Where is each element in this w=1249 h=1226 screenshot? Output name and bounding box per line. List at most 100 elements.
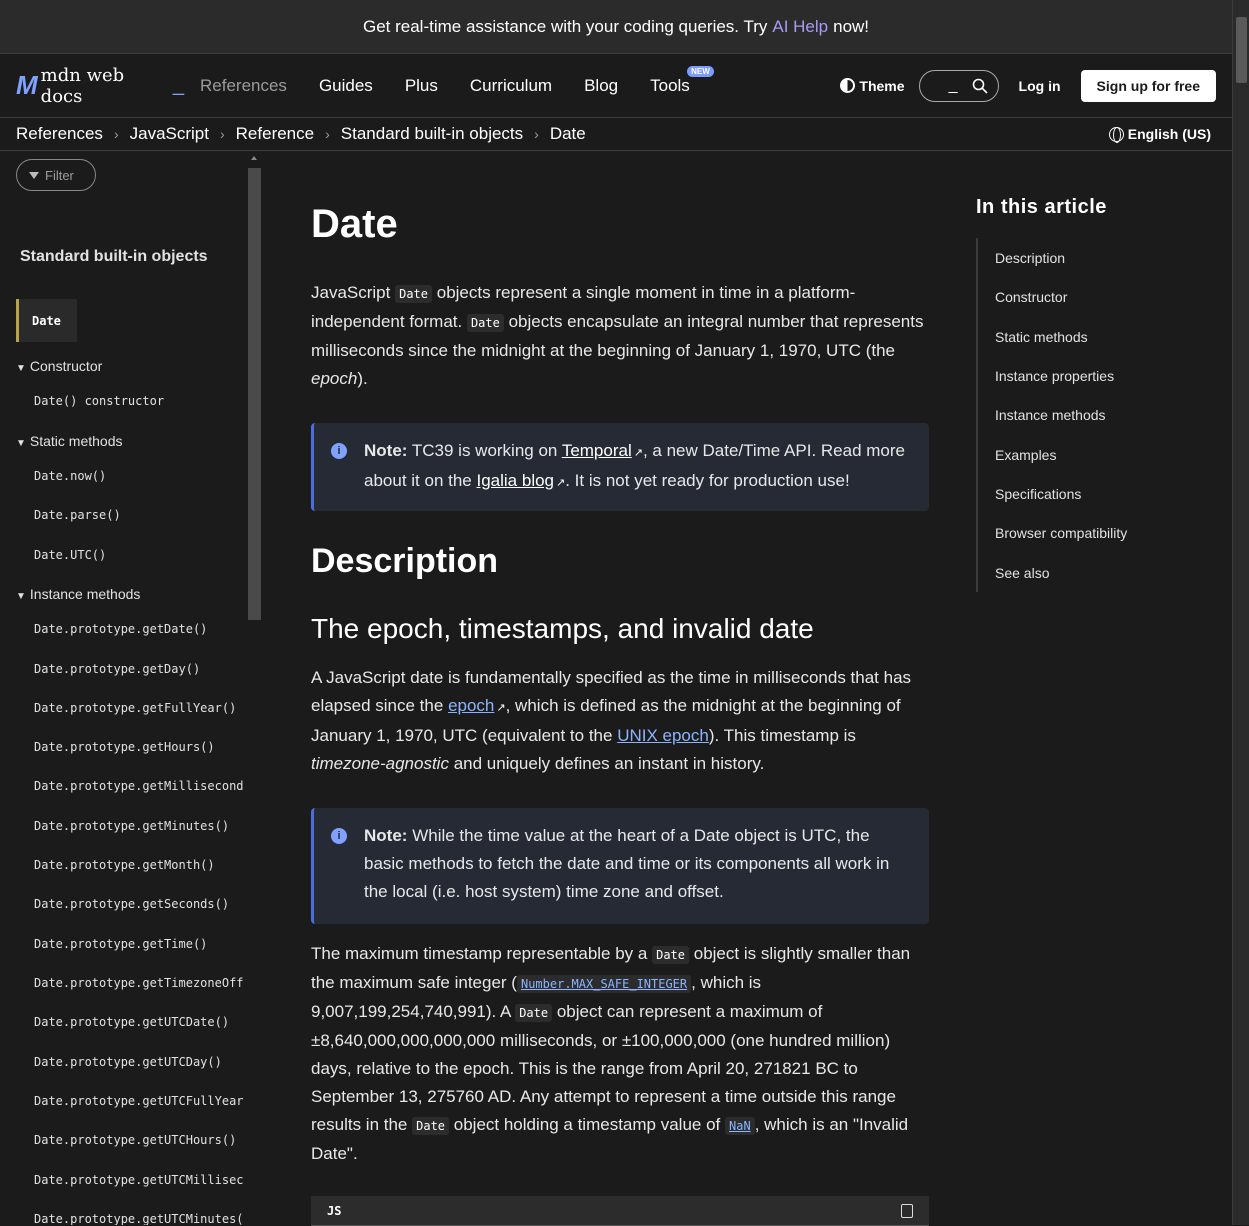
toc-item[interactable]: Instance methods xyxy=(995,407,1106,423)
info-icon: i xyxy=(331,443,347,459)
copy-icon[interactable] xyxy=(901,1203,913,1218)
sidebar-item[interactable]: Date.prototype.getUTCMinutes( xyxy=(34,1212,246,1225)
sidebar-group-static[interactable]: ▼ Static methods xyxy=(16,433,123,449)
sidebar-item[interactable]: Date.prototype.getMonth() xyxy=(34,858,246,872)
nav-curriculum[interactable]: Curriculum xyxy=(470,76,552,96)
login-link[interactable]: Log in xyxy=(1019,78,1061,94)
inline-code: Date xyxy=(515,1004,553,1022)
breadcrumb-item[interactable]: Reference xyxy=(236,124,314,144)
table-of-contents: In this article Description Constructor … xyxy=(976,196,1196,592)
sidebar-item[interactable]: Date.prototype.getUTCHours() xyxy=(34,1133,246,1147)
sidebar-item[interactable]: Date.prototype.getHours() xyxy=(34,740,246,754)
max-safe-integer-link[interactable]: Number.MAX_SAFE_INTEGER xyxy=(516,975,692,993)
toc-item[interactable]: Examples xyxy=(995,447,1056,463)
info-icon: i xyxy=(331,828,347,844)
sidebar-item[interactable]: Date.prototype.getDate() xyxy=(34,622,246,636)
theme-button[interactable]: Theme xyxy=(840,78,905,94)
page-title: Date xyxy=(311,202,398,246)
inline-code: Date xyxy=(466,314,504,332)
sidebar-item[interactable]: Date.parse() xyxy=(34,508,246,522)
breadcrumb-item[interactable]: Date xyxy=(550,124,586,144)
ai-help-link[interactable]: AI Help xyxy=(772,17,828,37)
sidebar-item[interactable]: Date.prototype.getMinutes() xyxy=(34,819,246,833)
temporal-link[interactable]: Temporal xyxy=(562,441,632,460)
sidebar-item[interactable]: Date.prototype.getUTCDate() xyxy=(34,1015,246,1029)
timestamp-paragraph: The maximum timestamp representable by a… xyxy=(311,940,929,1168)
inline-code: Date xyxy=(652,946,689,964)
igalia-blog-link[interactable]: Igalia blog xyxy=(477,471,555,490)
nav-right: Theme _ Log in Sign up for free xyxy=(840,69,1216,102)
sidebar-item[interactable]: Date.prototype.getFullYear() xyxy=(34,701,246,715)
nav-blog[interactable]: Blog xyxy=(584,76,618,96)
scroll-thumb[interactable] xyxy=(1236,17,1247,83)
nav-references[interactable]: References xyxy=(200,76,287,96)
intro-paragraph: JavaScript Date objects represent a sing… xyxy=(311,279,929,393)
theme-icon xyxy=(840,78,856,93)
sidebar-title[interactable]: Standard built-in objects xyxy=(20,248,208,266)
sidebar-item[interactable]: Date.UTC() xyxy=(34,548,246,562)
mdn-logo[interactable]: M mdn web docs _ xyxy=(16,65,184,107)
external-link-icon: ↗ xyxy=(496,702,506,714)
breadcrumb-item[interactable]: Standard built-in objects xyxy=(341,124,523,144)
text: ). This timestamp is xyxy=(708,726,856,745)
sidebar-item[interactable]: Date.prototype.getUTCFullYear xyxy=(34,1094,246,1108)
sidebar-item[interactable]: Date.prototype.getUTCDay() xyxy=(34,1055,246,1069)
text: TC39 is working on xyxy=(411,441,558,460)
toc-item[interactable]: Browser compatibility xyxy=(995,525,1127,541)
new-badge: NEW xyxy=(687,65,714,77)
sidebar-item-current[interactable]: Date xyxy=(16,299,77,342)
external-link-icon: ↗ xyxy=(556,477,566,489)
note-callout: i Note: TC39 is working on Temporal ↗, a … xyxy=(311,423,929,511)
breadcrumb: References › JavaScript › Reference › St… xyxy=(0,118,1232,151)
sidebar-group-constructor[interactable]: ▼ Constructor xyxy=(16,358,102,374)
toc-item[interactable]: Static methods xyxy=(995,329,1088,345)
emphasis: timezone-agnostic xyxy=(311,754,449,773)
sidebar-group-label: Instance methods xyxy=(29,586,141,602)
search-icon xyxy=(972,78,988,94)
chevron-right-icon: › xyxy=(113,126,119,142)
search-button[interactable]: _ xyxy=(918,69,999,102)
unix-epoch-link[interactable]: UNIX epoch xyxy=(617,726,709,745)
triangle-down-icon: ▼ xyxy=(16,591,26,602)
filter-input[interactable]: Filter xyxy=(16,159,96,191)
sidebar-group-label: Static methods xyxy=(29,433,123,449)
nav-tools[interactable]: Tools NEW xyxy=(650,65,714,96)
page-scrollbar[interactable] xyxy=(1232,0,1249,1225)
sidebar-item[interactable]: Date.prototype.getDay() xyxy=(34,662,246,676)
sidebar-item[interactable]: Date.prototype.getMillisecond xyxy=(34,779,246,793)
epoch-heading: The epoch, timestamps, and invalid date xyxy=(311,613,814,644)
scroll-up-arrow-icon[interactable] xyxy=(251,156,257,160)
toc-item[interactable]: Constructor xyxy=(995,289,1067,305)
language-switcher[interactable]: English (US) xyxy=(1108,126,1211,143)
nav-plus[interactable]: Plus xyxy=(405,76,438,96)
inline-code: Date xyxy=(395,285,433,303)
toc-item[interactable]: Description xyxy=(995,250,1065,266)
sidebar-item[interactable]: Date.prototype.getSeconds() xyxy=(34,897,246,911)
toc-item[interactable]: See also xyxy=(995,565,1049,581)
sidebar-item[interactable]: Date.prototype.getUTCMillisec xyxy=(34,1173,246,1187)
text: object holding a timestamp value of xyxy=(453,1115,721,1134)
toc-list: Description Constructor Static methods I… xyxy=(976,238,1176,592)
emphasis: epoch xyxy=(311,369,358,388)
toc-item[interactable]: Specifications xyxy=(995,486,1081,502)
text: While the time value at the heart of a D… xyxy=(364,826,890,901)
epoch-paragraph: A JavaScript date is fundamentally speci… xyxy=(311,664,929,778)
sidebar-item[interactable]: Date.prototype.getTime() xyxy=(34,937,246,951)
toc-item[interactable]: Instance properties xyxy=(995,368,1114,384)
signup-button[interactable]: Sign up for free xyxy=(1080,69,1216,102)
sidebar-group-instance[interactable]: ▼ Instance methods xyxy=(16,586,140,602)
nav-guides[interactable]: Guides xyxy=(319,76,373,96)
sidebar-item[interactable]: Date.now() xyxy=(34,469,246,483)
breadcrumb-item[interactable]: References xyxy=(16,124,103,144)
breadcrumb-item[interactable]: JavaScript xyxy=(130,124,209,144)
text: and uniquely defines an instant in histo… xyxy=(453,754,765,773)
sidebar-item[interactable]: Date() constructor xyxy=(34,394,246,408)
sidebar-scrollbar[interactable] xyxy=(248,168,261,620)
nan-link[interactable]: NaN xyxy=(725,1117,755,1135)
sidebar-item[interactable]: Date.prototype.getTimezoneOff xyxy=(34,976,246,990)
triangle-down-icon: ▼ xyxy=(16,438,26,449)
text: The maximum timestamp representable by a xyxy=(311,944,648,963)
epoch-link[interactable]: epoch xyxy=(448,696,494,715)
code-block-header: JS xyxy=(311,1196,929,1226)
language-label: English (US) xyxy=(1127,126,1211,142)
